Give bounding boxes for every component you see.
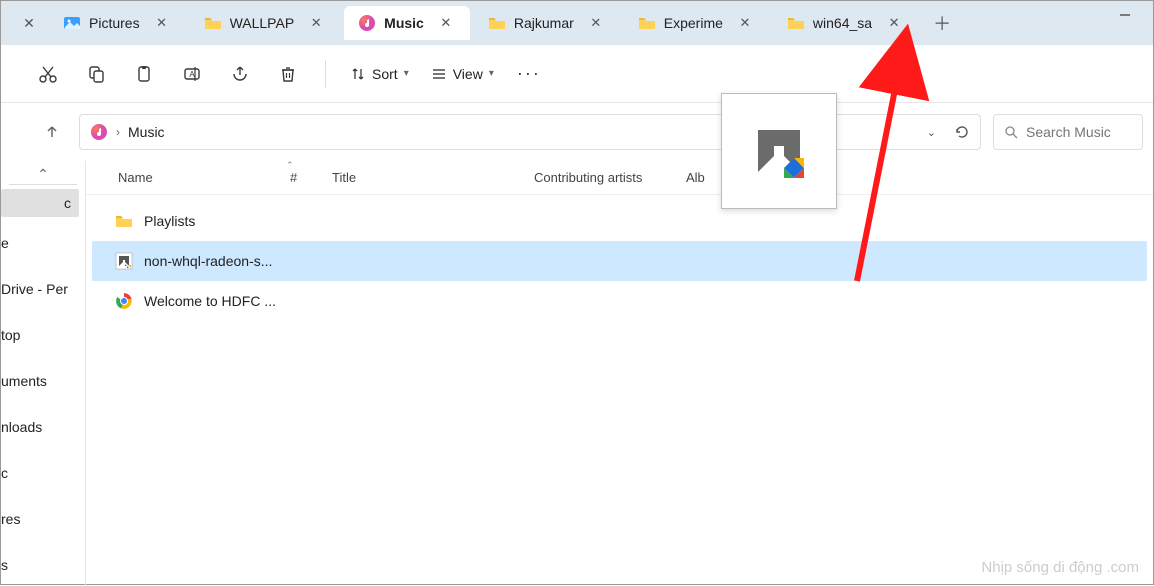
column-title[interactable]: Title [324, 170, 524, 185]
view-label: View [453, 66, 483, 82]
folder-icon [114, 211, 134, 231]
tab-close-icon[interactable]: ✕ [148, 15, 176, 31]
tab-close-icon[interactable]: ✕ [302, 15, 330, 31]
file-row-playlists[interactable]: Playlists [92, 201, 1147, 241]
file-name: non-whql-radeon-s... [144, 253, 272, 269]
column-number[interactable]: # [282, 170, 322, 185]
column-headers: ⌃ Name # Title Contributing artists Alb [86, 161, 1153, 195]
sidebar-item-active[interactable]: c [1, 189, 79, 217]
address-bar[interactable]: › Music ⌄ [79, 114, 981, 150]
tab-label: WALLPAP [230, 15, 295, 31]
sidebar-item[interactable]: nloads [1, 413, 85, 441]
tab-rajkumar[interactable]: Rajkumar ✕ [474, 6, 620, 40]
amd-icon [114, 251, 134, 271]
watermark: Nhịp sống di động .com [981, 559, 1139, 576]
chrome-icon [114, 291, 134, 311]
search-input[interactable] [1026, 124, 1132, 140]
amd-icon [744, 116, 814, 186]
sidebar-item[interactable]: s [1, 551, 85, 579]
sidebar-item[interactable]: uments [1, 367, 85, 395]
chevron-down-icon[interactable]: ⌄ [927, 126, 936, 139]
tab-label: Experime [664, 15, 723, 31]
copy-button[interactable] [77, 55, 115, 93]
window-minimize-button[interactable] [1115, 5, 1135, 25]
tab-music[interactable]: Music ✕ [344, 6, 470, 40]
sort-label: Sort [372, 66, 398, 82]
tab-close-icon[interactable]: ✕ [582, 15, 610, 31]
tab-close-icon[interactable]: ✕ [880, 15, 908, 31]
cut-button[interactable] [29, 55, 67, 93]
close-icon[interactable]: ✕ [9, 15, 49, 32]
tab-pictures[interactable]: Pictures ✕ [49, 6, 186, 40]
pictures-icon [63, 14, 81, 32]
search-box[interactable] [993, 114, 1143, 150]
sidebar: ⌃ c e Drive - Per top uments nloads c re… [1, 161, 86, 586]
view-button[interactable]: View ▾ [425, 55, 500, 93]
file-row-hdfc[interactable]: Welcome to HDFC ... [92, 281, 1147, 321]
paste-button[interactable] [125, 55, 163, 93]
music-icon [358, 14, 376, 32]
main-panel: ⌃ Name # Title Contributing artists Alb … [86, 161, 1153, 586]
sidebar-item[interactable]: Drive - Per [1, 275, 85, 303]
toolbar: A Sort ▾ View ▾ ··· [1, 45, 1153, 103]
file-name: Welcome to HDFC ... [144, 293, 276, 309]
tab-experiment[interactable]: Experime ✕ [624, 6, 769, 40]
refresh-button[interactable] [954, 124, 970, 140]
tab-close-icon[interactable]: ✕ [731, 15, 759, 31]
drag-preview [721, 93, 837, 209]
tab-close-icon[interactable]: ✕ [432, 15, 460, 31]
column-contributing[interactable]: Contributing artists [526, 170, 676, 185]
folder-icon [204, 14, 222, 32]
sidebar-item[interactable]: e [1, 229, 85, 257]
folder-icon [638, 14, 656, 32]
tab-wallpaper[interactable]: WALLPAP ✕ [190, 6, 341, 40]
share-button[interactable] [221, 55, 259, 93]
sidebar-item[interactable]: res [1, 505, 85, 533]
breadcrumb-location[interactable]: Music [128, 124, 165, 140]
folder-icon [787, 14, 805, 32]
up-button[interactable] [37, 117, 67, 147]
new-tab-button[interactable]: ＋ [922, 10, 962, 36]
chevron-down-icon: ▾ [404, 68, 409, 79]
tab-label: Music [384, 15, 424, 31]
chevron-down-icon: ▾ [489, 68, 494, 79]
delete-button[interactable] [269, 55, 307, 93]
tab-label: Pictures [89, 15, 140, 31]
separator [325, 60, 326, 88]
music-icon [90, 123, 108, 141]
sort-indicator-icon: ⌃ [286, 160, 294, 171]
search-icon [1004, 125, 1018, 139]
tab-win64sa[interactable]: win64_sa ✕ [773, 6, 918, 40]
file-name: Playlists [144, 213, 195, 229]
sidebar-scroll-up[interactable]: ⌃ [1, 163, 85, 185]
sort-button[interactable]: Sort ▾ [344, 55, 415, 93]
more-button[interactable]: ··· [510, 55, 548, 93]
rename-button[interactable]: A [173, 55, 211, 93]
view-icon [431, 66, 447, 82]
nav-row: ← › Music ⌄ [1, 103, 1153, 161]
column-name[interactable]: Name [110, 170, 280, 185]
sort-icon [350, 66, 366, 82]
file-list: Playlists non-whql-radeon-s... Welcome t… [86, 195, 1153, 321]
sidebar-item[interactable]: c [1, 459, 85, 487]
chevron-right-icon: › [116, 125, 120, 139]
tab-label: Rajkumar [514, 15, 574, 31]
tabs-bar: ✕ Pictures ✕ WALLPAP ✕ Music ✕ Rajkumar … [1, 1, 1153, 45]
file-row-radeon[interactable]: non-whql-radeon-s... [92, 241, 1147, 281]
sidebar-item[interactable]: top [1, 321, 85, 349]
tab-label: win64_sa [813, 15, 872, 31]
folder-icon [488, 14, 506, 32]
